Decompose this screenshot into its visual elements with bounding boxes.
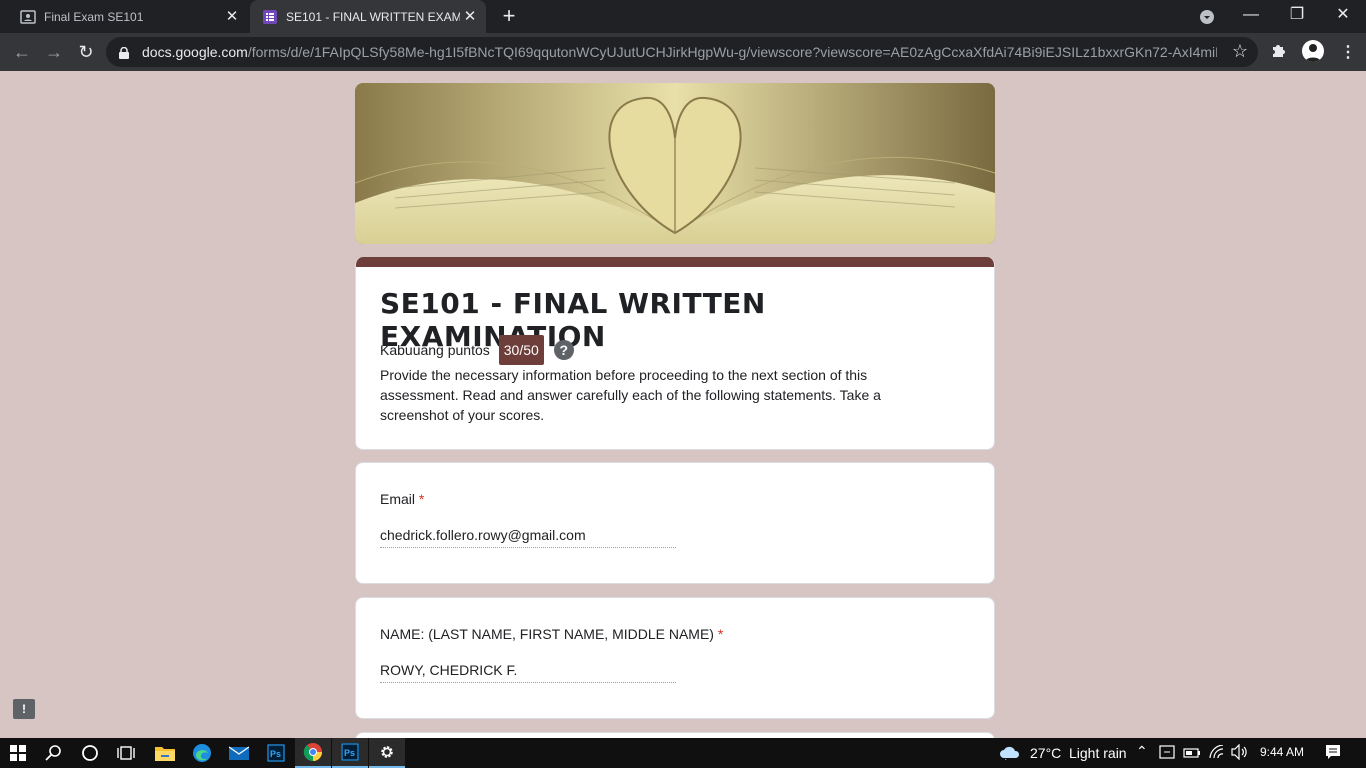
windows-taskbar: Ps Ps 27°C Light rain ⌃ 9:44 AM <box>0 738 1366 768</box>
new-tab-button[interactable]: + <box>497 4 521 28</box>
url-host: docs.google.com <box>142 44 248 60</box>
tab-se101-exam[interactable]: SE101 - FINAL WRITTEN EXAMIN ✕ <box>250 0 486 33</box>
close-icon[interactable]: ✕ <box>222 7 242 27</box>
url-text: docs.google.com/forms/d/e/1FAIpQLSfy58Me… <box>142 44 1217 60</box>
meet-now-icon[interactable] <box>1159 745 1175 762</box>
score-badge: 30/50 <box>498 335 544 365</box>
question-card-email: Email * chedrick.follero.rowy@gmail.com <box>355 462 995 584</box>
cortana-icon[interactable] <box>72 738 108 768</box>
weather-cloud-icon[interactable] <box>999 744 1021 763</box>
volume-icon[interactable] <box>1231 743 1249 763</box>
chrome-icon[interactable] <box>295 738 331 768</box>
back-button[interactable]: ← <box>9 39 35 65</box>
tab-search-icon[interactable] <box>1184 0 1230 33</box>
profile-avatar[interactable] <box>1302 40 1324 62</box>
photoshop-icon[interactable]: Ps <box>332 738 368 768</box>
bookmark-star-icon[interactable]: ☆ <box>1232 41 1248 62</box>
svg-text:Ps: Ps <box>344 748 355 758</box>
notification-center-icon[interactable] <box>1325 744 1341 763</box>
tab-title: SE101 - FINAL WRITTEN EXAMIN <box>286 9 460 24</box>
photoshop-icon[interactable]: Ps <box>258 738 294 768</box>
settings-gear-icon[interactable] <box>369 738 405 768</box>
form-page: SE101 - FINAL WRITTEN EXAMINATION Kabuua… <box>0 71 1366 738</box>
close-window-button[interactable]: ✕ <box>1320 0 1366 33</box>
chevron-up-icon[interactable]: ⌃ <box>1136 743 1148 760</box>
weather-description[interactable]: Light rain <box>1069 745 1127 761</box>
help-icon[interactable]: ? <box>553 340 574 360</box>
required-asterisk: * <box>717 626 724 642</box>
url-path: /forms/d/e/1FAIpQLSfy58Me-hg1I5fBNcTQI69… <box>247 44 1217 60</box>
email-answer: chedrick.follero.rowy@gmail.com <box>380 527 676 548</box>
tab-title: Final Exam SE101 <box>44 9 144 24</box>
tab-bar: Final Exam SE101 ✕ SE101 - FINAL WRITTEN… <box>0 0 1366 33</box>
name-answer: ROWY, CHEDRICK F. <box>380 662 676 683</box>
scrollbar[interactable] <box>1349 71 1366 738</box>
theme-accent-bar <box>356 257 994 267</box>
file-explorer-icon[interactable] <box>147 738 183 768</box>
report-feedback-icon[interactable]: ! <box>13 699 35 719</box>
start-windows-icon[interactable] <box>0 738 36 768</box>
lock-icon <box>119 46 129 59</box>
question-text: NAME: (LAST NAME, FIRST NAME, MIDDLE NAM… <box>380 626 714 642</box>
tab-final-exam[interactable]: Final Exam SE101 ✕ <box>8 0 248 33</box>
restore-button[interactable]: ❐ <box>1274 0 1320 33</box>
minimize-button[interactable]: — <box>1228 0 1274 33</box>
address-bar[interactable]: docs.google.com/forms/d/e/1FAIpQLSfy58Me… <box>106 37 1258 67</box>
wifi-icon[interactable] <box>1209 744 1225 762</box>
question-card-name: NAME: (LAST NAME, FIRST NAME, MIDDLE NAM… <box>355 597 995 719</box>
search-icon[interactable] <box>36 738 72 768</box>
required-asterisk: * <box>418 491 425 507</box>
question-label: Email * <box>380 491 424 507</box>
extensions-icon[interactable] <box>1271 42 1287 63</box>
form-header-card: SE101 - FINAL WRITTEN EXAMINATION Kabuua… <box>355 257 995 450</box>
question-text: Email <box>380 491 416 507</box>
edge-icon[interactable] <box>184 738 220 768</box>
svg-text:Ps: Ps <box>270 749 281 759</box>
taskbar-clock[interactable]: 9:44 AM <box>1260 745 1304 759</box>
question-label: NAME: (LAST NAME, FIRST NAME, MIDDLE NAM… <box>380 626 723 642</box>
reload-button[interactable]: ↻ <box>73 39 99 65</box>
forward-button[interactable]: → <box>41 39 67 65</box>
header-book-image <box>355 83 995 244</box>
total-points-label: Kabuuang puntos <box>380 342 490 358</box>
weather-temperature[interactable]: 27°C <box>1030 745 1061 761</box>
battery-icon[interactable] <box>1183 746 1201 762</box>
menu-icon[interactable]: ⋮ <box>1340 42 1356 62</box>
close-icon[interactable]: ✕ <box>460 7 480 27</box>
mail-icon[interactable] <box>221 738 257 768</box>
forms-icon <box>262 9 278 25</box>
task-view-icon[interactable] <box>108 738 144 768</box>
browser-toolbar: ← → ↻ docs.google.com/forms/d/e/1FAIpQLS… <box>0 33 1366 71</box>
classroom-icon <box>20 9 36 25</box>
form-description: Provide the necessary information before… <box>380 367 881 423</box>
total-points-row: Kabuuang puntos 30/50 ? <box>380 335 574 365</box>
